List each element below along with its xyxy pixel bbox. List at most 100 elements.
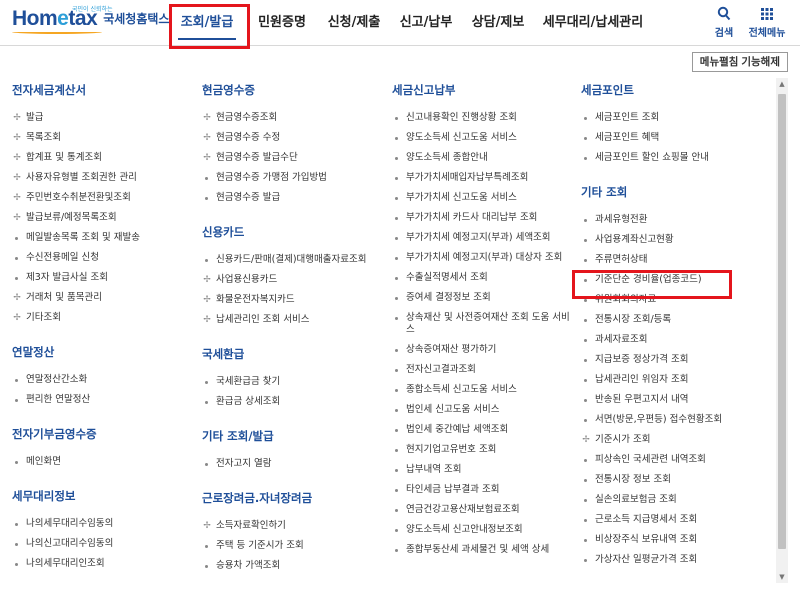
- menu-item[interactable]: ✢ 주민번호수취분전환및조회: [12, 188, 197, 208]
- menu-item[interactable]: 전통시장 조회/등록: [581, 310, 766, 330]
- menu-item[interactable]: 주류면허상태: [581, 250, 766, 270]
- menu-item[interactable]: 부가가치세 예정고지(부과) 세액조회: [392, 228, 577, 248]
- menu-item[interactable]: 연말정산간소화: [12, 370, 197, 390]
- scroll-down-icon[interactable]: ▼: [776, 571, 788, 583]
- menu-item[interactable]: 부가가치세매입자납부특례조회: [392, 168, 577, 188]
- menu-item[interactable]: 환급금 상세조회: [202, 392, 387, 412]
- menu-item[interactable]: 세금포인트 조회: [581, 108, 766, 128]
- menu-item[interactable]: 세금포인트 할인 쇼핑몰 안내: [581, 148, 766, 168]
- menu-item[interactable]: 나의세무대리인조회: [12, 554, 197, 574]
- menu-item[interactable]: 주택 등 기준시가 조회: [202, 536, 387, 556]
- menu-item[interactable]: 현금영수증 가맹점 가입방법: [202, 168, 387, 188]
- menu-item[interactable]: ✢ 발급보류/예정목록조회: [12, 208, 197, 228]
- section-title: 세금신고납부: [392, 83, 456, 97]
- menu-item[interactable]: 현지기업고유번호 조회: [392, 440, 577, 460]
- nav-item-inquiry-issue[interactable]: 조회/발급: [168, 0, 246, 46]
- menu-item-label: 상속증여재산 평가하기: [406, 344, 497, 355]
- menu-item[interactable]: 법인세 신고도움 서비스: [392, 400, 577, 420]
- nav-item-tax-agent[interactable]: 세무대리/납세관리: [534, 0, 652, 46]
- hometax-logo[interactable]: 국민이 신뢰하는 Hometax 국세청홈택스: [12, 6, 169, 34]
- menu-item[interactable]: ✢ 발급: [12, 108, 197, 128]
- menu-item[interactable]: ✢ 합계표 및 통계조회: [12, 148, 197, 168]
- menu-item[interactable]: 종합소득세 신고도움 서비스: [392, 380, 577, 400]
- menu-item[interactable]: 전통시장 정보 조회: [581, 470, 766, 490]
- menu-item[interactable]: 세금포인트 혜택: [581, 128, 766, 148]
- bullet-dot-icon: [395, 489, 398, 492]
- menu-item[interactable]: ✢ 기준시가 조회: [581, 430, 766, 450]
- menu-item[interactable]: ✢ 납세관리인 조회 서비스: [202, 310, 387, 330]
- menu-item[interactable]: 연금건강고용산재보험료조회: [392, 500, 577, 520]
- menu-unfold-toggle-button[interactable]: 메뉴펼침 기능해제: [691, 52, 788, 72]
- menu-item[interactable]: 지급보증 정상가격 조회: [581, 350, 766, 370]
- expand-plus-icon: ✢: [203, 521, 211, 531]
- expand-plus-icon: ✢: [13, 153, 21, 163]
- nav-item-civil-certificates[interactable]: 민원증명: [246, 0, 318, 46]
- menu-item[interactable]: 부가가치세 카드사 대리납부 조회: [392, 208, 577, 228]
- scrollbar-thumb[interactable]: [778, 94, 786, 549]
- scroll-up-icon[interactable]: ▲: [776, 78, 788, 90]
- menu-item[interactable]: 신용카드/판매(결제)대행매출자료조회: [202, 250, 387, 270]
- menu-item-label: 부가가치세 예정고지(부과) 대상자 조회: [406, 252, 563, 263]
- menu-item[interactable]: ✢ 사용자유형별 조회권한 관리: [12, 168, 197, 188]
- menu-item[interactable]: ✢ 기타조회: [12, 308, 197, 328]
- menu-item[interactable]: 과세자료조회: [581, 330, 766, 350]
- menu-item[interactable]: ✢ 소득자료확인하기: [202, 516, 387, 536]
- menu-item-label: 사용자유형별 조회권한 관리: [26, 172, 137, 183]
- menu-item[interactable]: 양도소득세 신고안내정보조회: [392, 520, 577, 540]
- menu-item[interactable]: 제3자 발급사실 조회: [12, 268, 197, 288]
- menu-item[interactable]: 가상자산 일평균가격 조회: [581, 550, 766, 570]
- menu-item[interactable]: 메일발송목록 조회 및 재발송: [12, 228, 197, 248]
- menu-item[interactable]: 양도소득세 신고도움 서비스: [392, 128, 577, 148]
- menu-item[interactable]: 납세관리인 위임자 조회: [581, 370, 766, 390]
- menu-item[interactable]: 현금영수증 발급: [202, 188, 387, 208]
- menu-item[interactable]: 종합부동산세 과세물건 및 세액 상세: [392, 540, 577, 560]
- menu-item-label: 상속재산 및 사전증여재산 조회 도움 서비스: [406, 312, 570, 335]
- menu-item[interactable]: 전자고지 열람: [202, 454, 387, 474]
- section-title: 근로장려금.자녀장려금: [202, 491, 313, 505]
- menu-item[interactable]: 법인세 중간예납 세액조회: [392, 420, 577, 440]
- menu-item[interactable]: 근로소득 지급명세서 조회: [581, 510, 766, 530]
- menu-item[interactable]: 수신전용메일 신청: [12, 248, 197, 268]
- menu-item[interactable]: ✢ 목록조회: [12, 128, 197, 148]
- menu-item[interactable]: 편리한 연말정산: [12, 390, 197, 410]
- menu-item[interactable]: 승용차 가액조회: [202, 556, 387, 576]
- menu-item[interactable]: 기준단순 경비율(업종코드): [581, 270, 766, 290]
- menu-item[interactable]: 전자신고결과조회: [392, 360, 577, 380]
- menu-item[interactable]: 신고내용확인 진행상황 조회: [392, 108, 577, 128]
- menu-item[interactable]: ✢ 화물운전자복지카드: [202, 290, 387, 310]
- all-menu-button[interactable]: 전체메뉴: [744, 6, 790, 39]
- menu-item[interactable]: ✢ 현금영수증 발급수단: [202, 148, 387, 168]
- menu-item[interactable]: 과세유형전환: [581, 210, 766, 230]
- menu-item[interactable]: ✢ 현금영수증 수정: [202, 128, 387, 148]
- menu-item[interactable]: 위원회회의자료: [581, 290, 766, 310]
- menu-item[interactable]: 나의신고대리수임동의: [12, 534, 197, 554]
- menu-item[interactable]: 서면(방문,우편등) 접수현황조회: [581, 410, 766, 430]
- menu-item[interactable]: 부가가치세 예정고지(부과) 대상자 조회: [392, 248, 577, 268]
- menu-item[interactable]: 상속증여재산 평가하기: [392, 340, 577, 360]
- menu-item[interactable]: 타인세금 납부결과 조회: [392, 480, 577, 500]
- menu-item[interactable]: ✢ 현금영수증조회: [202, 108, 387, 128]
- menu-item[interactable]: 비상장주식 보유내역 조회: [581, 530, 766, 550]
- menu-item[interactable]: 양도소득세 종합안내: [392, 148, 577, 168]
- bullet-dot-icon: [395, 257, 398, 260]
- menu-item[interactable]: 상속재산 및 사전증여재산 조회 도움 서비스: [392, 308, 577, 340]
- menu-item[interactable]: 수출실적명세서 조회: [392, 268, 577, 288]
- menu-item[interactable]: 증여세 결정정보 조회: [392, 288, 577, 308]
- menu-item[interactable]: 반송된 우편고지서 내역: [581, 390, 766, 410]
- menu-item[interactable]: 국세환급금 찾기: [202, 372, 387, 392]
- menu-item[interactable]: 납부내역 조회: [392, 460, 577, 480]
- menu-item[interactable]: ✢ 사업용신용카드: [202, 270, 387, 290]
- search-button[interactable]: 검색: [712, 6, 736, 39]
- nav-item-consult-report[interactable]: 상담/제보: [462, 0, 534, 46]
- nav-item-apply-submit[interactable]: 신청/제출: [318, 0, 390, 46]
- menu-item[interactable]: 피상속인 국세관련 내역조회: [581, 450, 766, 470]
- nav-item-report-pay[interactable]: 신고/납부: [390, 0, 462, 46]
- menu-item[interactable]: 실손의료보험금 조회: [581, 490, 766, 510]
- vertical-scrollbar[interactable]: ▲ ▼: [776, 78, 788, 583]
- menu-item-label: 반송된 우편고지서 내역: [595, 394, 689, 405]
- menu-item[interactable]: 나의세무대리수임동의: [12, 514, 197, 534]
- menu-item[interactable]: 메인화면: [12, 452, 197, 472]
- menu-item[interactable]: 사업용계좌신고현황: [581, 230, 766, 250]
- menu-item[interactable]: 부가가치세 신고도움 서비스: [392, 188, 577, 208]
- menu-item[interactable]: ✢ 거래처 및 품목관리: [12, 288, 197, 308]
